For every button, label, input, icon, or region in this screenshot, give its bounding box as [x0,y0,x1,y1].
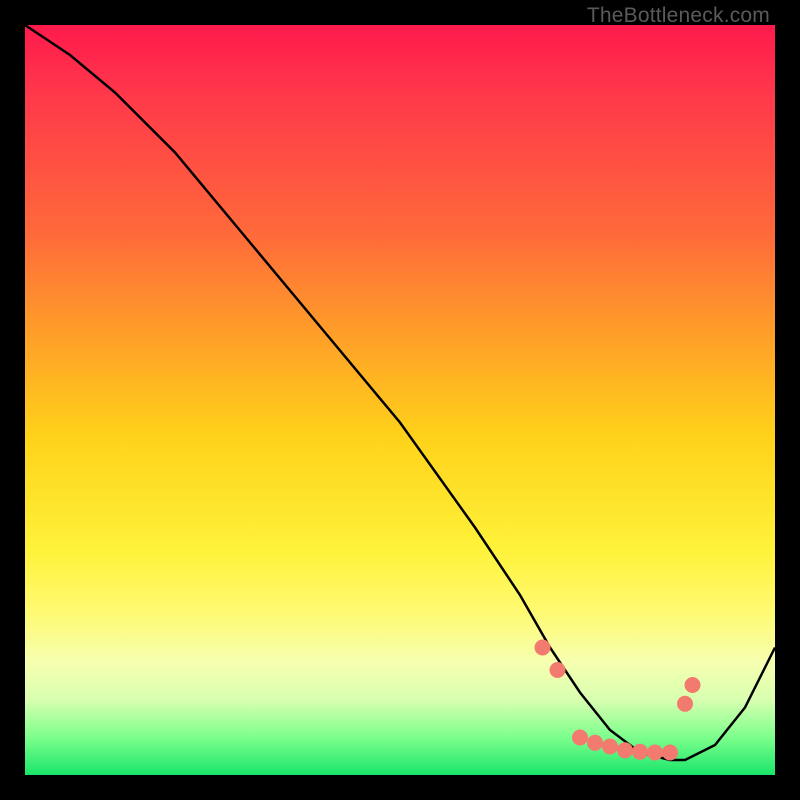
curve-svg [25,25,775,775]
highlight-dot [572,730,588,746]
highlight-dot [550,662,566,678]
highlight-dot [632,744,648,760]
highlight-dot [602,739,618,755]
outer-frame: TheBottleneck.com [0,0,800,800]
plot-area [25,25,775,775]
highlight-dot [647,745,663,761]
highlight-dots-group [535,640,701,761]
highlight-dot [617,742,633,758]
highlight-dot [677,696,693,712]
highlight-dot [662,745,678,761]
highlight-dot [587,735,603,751]
bottleneck-curve [25,25,775,760]
highlight-dot [535,640,551,656]
highlight-dot [685,677,701,693]
